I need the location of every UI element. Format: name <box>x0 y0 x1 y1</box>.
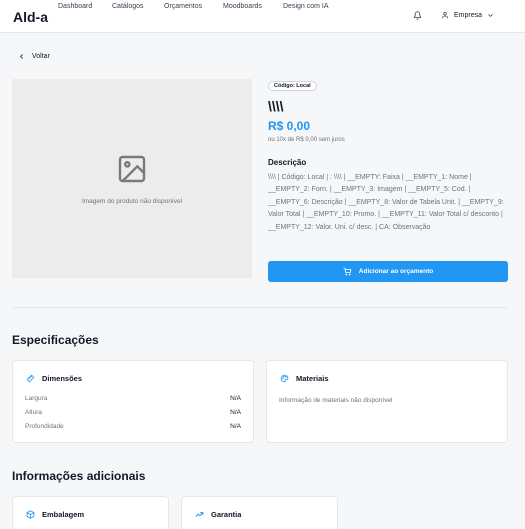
warranty-title: Garantia <box>211 510 242 519</box>
user-icon <box>441 11 449 19</box>
spec-label: Altura <box>25 409 42 416</box>
add-to-quote-button[interactable]: Adicionar ao orçamento <box>268 261 508 282</box>
warranty-header: Garantia <box>195 510 241 519</box>
chevron-down-icon <box>488 13 493 17</box>
description-text: \\\\ | Código: Local | : \\\\ | __EMPTY:… <box>268 174 504 231</box>
packaging-header: Embalagem <box>26 510 84 519</box>
product-image: Imagem do produto não disponível <box>12 79 252 278</box>
warranty-card: Garantia <box>181 496 338 529</box>
top-bar: Ald-a Dashboard Catálogos Orçamentos Moo… <box>0 0 525 33</box>
description-label: Descrição <box>268 158 307 167</box>
packaging-title: Embalagem <box>42 510 85 519</box>
installments-text: ou 10x de R$ 0,00 sem juros <box>268 137 345 143</box>
cart-icon <box>343 267 352 276</box>
spec-value: N/A <box>230 423 241 430</box>
ruler-icon <box>26 374 35 383</box>
trending-up-icon <box>195 512 204 517</box>
specifications-title: Especificações <box>12 333 99 347</box>
spec-row-height: Altura N/A <box>25 409 241 416</box>
dimensions-card: Dimensões Largura N/A Altura N/A Profund… <box>12 360 254 443</box>
spec-label: Profundidade <box>25 423 64 430</box>
additional-info-title: Informações adicionais <box>12 469 146 483</box>
image-unavailable-text: Imagem do produto não disponível <box>81 198 183 205</box>
spec-row-depth: Profundidade N/A <box>25 423 241 430</box>
materials-title: Materiais <box>296 374 329 383</box>
package-icon <box>26 510 35 519</box>
back-label: Voltar <box>32 53 50 60</box>
spec-label: Largura <box>25 395 48 402</box>
divider <box>12 307 508 308</box>
product-price: R$ 0,00 <box>268 119 311 133</box>
company-label: Empresa <box>454 11 483 19</box>
back-link[interactable]: Voltar <box>18 53 50 60</box>
chevron-left-icon <box>20 54 23 59</box>
nav-moodboards[interactable]: Moodboards <box>223 3 262 10</box>
materials-note: Informação de materiais não disponível <box>279 397 393 404</box>
code-badge: Código: Local <box>268 81 317 91</box>
nav-quotes[interactable]: Orçamentos <box>164 3 202 10</box>
company-menu[interactable]: Empresa <box>441 11 494 19</box>
nav-catalogs[interactable]: Catálogos <box>112 3 144 10</box>
dimensions-header: Dimensões <box>26 374 82 383</box>
materials-card: Materiais Informação de materiais não di… <box>266 360 508 443</box>
spec-value: N/A <box>230 395 241 402</box>
image-placeholder-icon <box>118 155 146 183</box>
bell-icon[interactable] <box>413 11 422 20</box>
product-title: \\\\ <box>268 98 284 114</box>
add-to-quote-label: Adicionar ao orçamento <box>358 268 434 275</box>
logo[interactable]: Ald-a <box>13 9 48 25</box>
palette-icon <box>280 374 289 383</box>
dimensions-title: Dimensões <box>42 374 83 383</box>
nav-dashboard[interactable]: Dashboard <box>58 3 92 10</box>
spec-value: N/A <box>230 409 241 416</box>
spec-row-width: Largura N/A <box>25 395 241 402</box>
materials-header: Materiais <box>280 374 329 383</box>
packaging-card: Embalagem <box>12 496 169 529</box>
nav-ai-design[interactable]: Design com IA <box>283 3 329 10</box>
